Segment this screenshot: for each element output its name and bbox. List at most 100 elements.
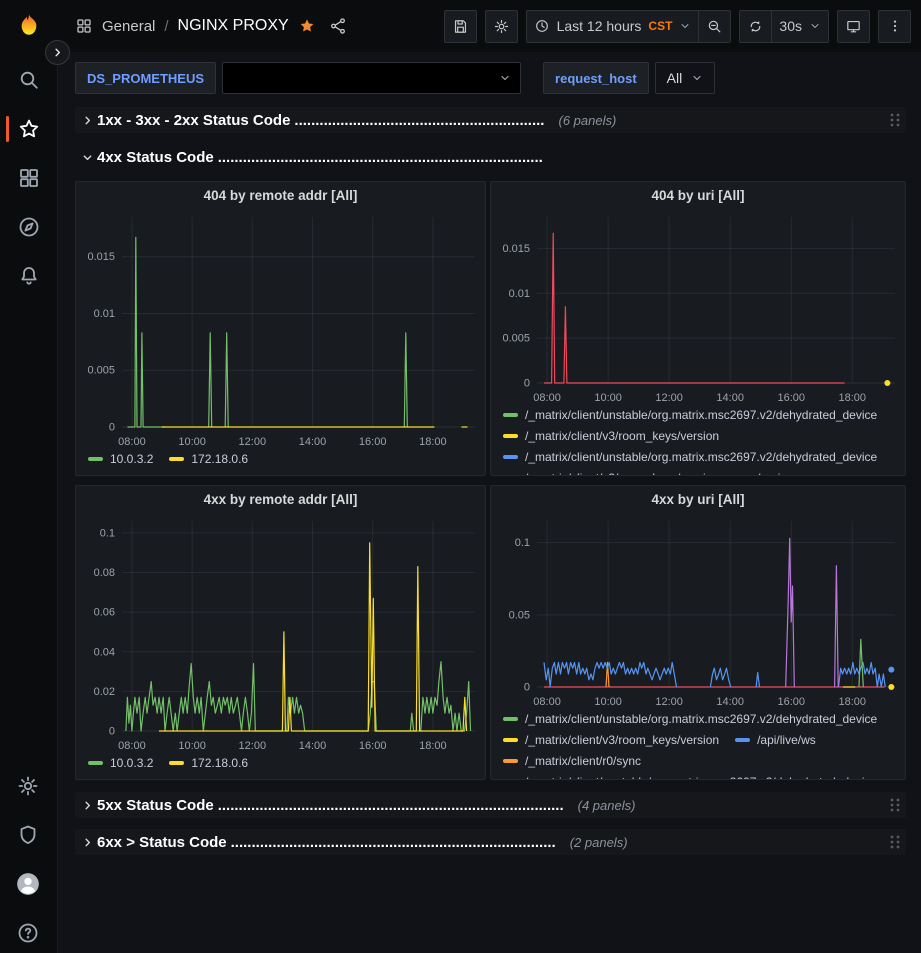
legend-item[interactable]: /_matrix/client/v3/room_keys/version: [503, 471, 719, 475]
row-header-1xx-3xx-2xx[interactable]: 1xx - 3xx - 2xx Status Code ............…: [75, 107, 906, 133]
svg-text:08:00: 08:00: [118, 740, 146, 752]
svg-text:14:00: 14:00: [716, 696, 744, 708]
sidebar-item-profile[interactable]: [14, 870, 42, 898]
chevron-down-icon: [809, 20, 821, 32]
svg-text:0: 0: [109, 422, 115, 434]
apps-grid-icon: [75, 17, 93, 35]
panel-title[interactable]: 404 by remote addr [All]: [76, 182, 485, 209]
panel-title[interactable]: 4xx by uri [All]: [491, 486, 905, 513]
svg-text:0.005: 0.005: [502, 333, 530, 345]
legend-item[interactable]: /_matrix/client/v3/room_keys/version: [503, 429, 719, 443]
chart-plot[interactable]: 08:0010:0012:0014:0016:0018:0000.050.1: [491, 513, 905, 709]
left-sidebar: [0, 0, 58, 953]
legend-swatch: [169, 761, 184, 765]
legend-item[interactable]: 10.0.3.2: [88, 756, 153, 770]
legend-label: 172.18.0.6: [191, 756, 248, 770]
legend-item[interactable]: /_matrix/client/unstable/org.matrix.msc2…: [503, 450, 877, 464]
legend-swatch: [503, 434, 518, 438]
breadcrumb-separator: /: [164, 18, 168, 35]
row-title: 6xx > Status Code: [97, 834, 227, 851]
time-range-picker[interactable]: Last 12 hours CST: [526, 10, 700, 43]
svg-text:08:00: 08:00: [533, 696, 561, 708]
dashboard-canvas: DS_PROMETHEUS request_host All 1xx - 3xx…: [57, 52, 921, 953]
share-icon[interactable]: [329, 17, 347, 35]
row-drag-handle[interactable]: [888, 797, 902, 813]
sidebar-item-configuration[interactable]: [14, 772, 42, 800]
refresh-interval-select[interactable]: 30s: [771, 10, 829, 43]
chart-legend: /_matrix/client/unstable/org.matrix.msc2…: [491, 405, 905, 475]
legend-item[interactable]: 172.18.0.6: [169, 756, 248, 770]
row-header-4xx[interactable]: 4xx Status Code ........................…: [75, 144, 906, 170]
row-panel-count: (4 panels): [578, 798, 636, 813]
sidebar-item-server-admin[interactable]: [14, 821, 42, 849]
refresh-button[interactable]: [739, 10, 772, 43]
sidebar-item-help[interactable]: [14, 919, 42, 947]
zoom-out-button[interactable]: [698, 10, 731, 43]
svg-text:0.05: 0.05: [509, 609, 530, 621]
svg-text:14:00: 14:00: [716, 392, 744, 404]
legend-item[interactable]: 172.18.0.6: [169, 452, 248, 466]
favorite-star-icon[interactable]: [298, 17, 316, 35]
chevron-down-icon: [77, 152, 97, 163]
tv-mode-button[interactable]: [837, 10, 870, 43]
sidebar-item-dashboards[interactable]: [15, 164, 43, 192]
legend-item[interactable]: 10.0.3.2: [88, 452, 153, 466]
sidebar-item-alerting[interactable]: [15, 262, 43, 290]
svg-text:12:00: 12:00: [655, 392, 683, 404]
legend-swatch: [503, 455, 518, 459]
legend-item[interactable]: /_matrix/client/r0/sync: [503, 754, 641, 768]
panel-404-by-remote-addr-all: 404 by remote addr [All]08:0010:0012:001…: [75, 181, 486, 476]
svg-text:10:00: 10:00: [594, 696, 622, 708]
dashboard-settings-button[interactable]: [485, 10, 518, 43]
sidebar-item-starred[interactable]: [15, 115, 43, 143]
sidebar-item-explore[interactable]: [15, 213, 43, 241]
grafana-logo[interactable]: [0, 12, 57, 40]
row-dots: ........................................…: [218, 149, 543, 166]
panel-title[interactable]: 4xx by remote addr [All]: [76, 486, 485, 513]
legend-item[interactable]: /sw.js: [735, 471, 786, 475]
chart-legend: /_matrix/client/unstable/org.matrix.msc2…: [491, 709, 905, 779]
legend-item[interactable]: /_matrix/client/v3/room_keys/version: [503, 733, 719, 747]
legend-item[interactable]: /api/live/ws: [735, 733, 816, 747]
legend-item[interactable]: /_matrix/client/unstable/org.matrix.msc2…: [503, 775, 877, 779]
chart-plot[interactable]: 08:0010:0012:0014:0016:0018:0000.0050.01…: [491, 209, 905, 405]
timezone-label: CST: [648, 19, 672, 33]
save-dashboard-button[interactable]: [444, 10, 477, 43]
shield-icon: [16, 823, 40, 847]
svg-text:16:00: 16:00: [359, 740, 387, 752]
legend-label: /_matrix/client/v3/room_keys/version: [525, 733, 719, 747]
chart-plot[interactable]: 08:0010:0012:0014:0016:0018:0000.0050.01…: [76, 209, 485, 449]
row-drag-handle[interactable]: [888, 112, 902, 128]
svg-text:14:00: 14:00: [299, 740, 327, 752]
variable-select-ds-prometheus[interactable]: [222, 62, 521, 94]
row-header-6xx[interactable]: 6xx > Status Code ......................…: [75, 829, 906, 855]
breadcrumb-section[interactable]: General: [102, 18, 155, 35]
panel-title[interactable]: 404 by uri [All]: [491, 182, 905, 209]
chart-plot[interactable]: 08:0010:0012:0014:0016:0018:0000.020.040…: [76, 513, 485, 753]
sidebar-item-search[interactable]: [15, 66, 43, 94]
search-icon: [17, 68, 41, 92]
chart-legend: 10.0.3.2 172.18.0.6: [76, 753, 485, 774]
legend-swatch: [88, 761, 103, 765]
legend-item[interactable]: /_matrix/client/unstable/org.matrix.msc2…: [503, 712, 877, 726]
svg-text:18:00: 18:00: [419, 436, 447, 448]
kebab-menu-button[interactable]: [878, 10, 911, 43]
chevron-down-icon: [691, 72, 703, 84]
dashboard-title[interactable]: NGINX PROXY: [178, 17, 289, 35]
svg-text:0.1: 0.1: [100, 527, 115, 539]
legend-item[interactable]: /_matrix/client/unstable/org.matrix.msc2…: [503, 408, 877, 422]
sidebar-collapse-button[interactable]: [45, 40, 70, 65]
svg-text:0.06: 0.06: [94, 607, 115, 619]
svg-text:10:00: 10:00: [178, 740, 206, 752]
svg-text:18:00: 18:00: [419, 740, 447, 752]
row-panel-count: (6 panels): [558, 113, 616, 128]
row-drag-handle[interactable]: [888, 834, 902, 850]
compass-icon: [17, 215, 41, 239]
svg-text:08:00: 08:00: [118, 436, 146, 448]
chart-legend: 10.0.3.2 172.18.0.6: [76, 449, 485, 470]
time-range-label: Last 12 hours: [557, 18, 642, 34]
row-header-5xx[interactable]: 5xx Status Code ........................…: [75, 792, 906, 818]
legend-label: /_matrix/client/unstable/org.matrix.msc2…: [525, 408, 877, 422]
variable-select-request-host[interactable]: All: [655, 62, 716, 94]
variable-value-request-host: All: [667, 70, 683, 86]
